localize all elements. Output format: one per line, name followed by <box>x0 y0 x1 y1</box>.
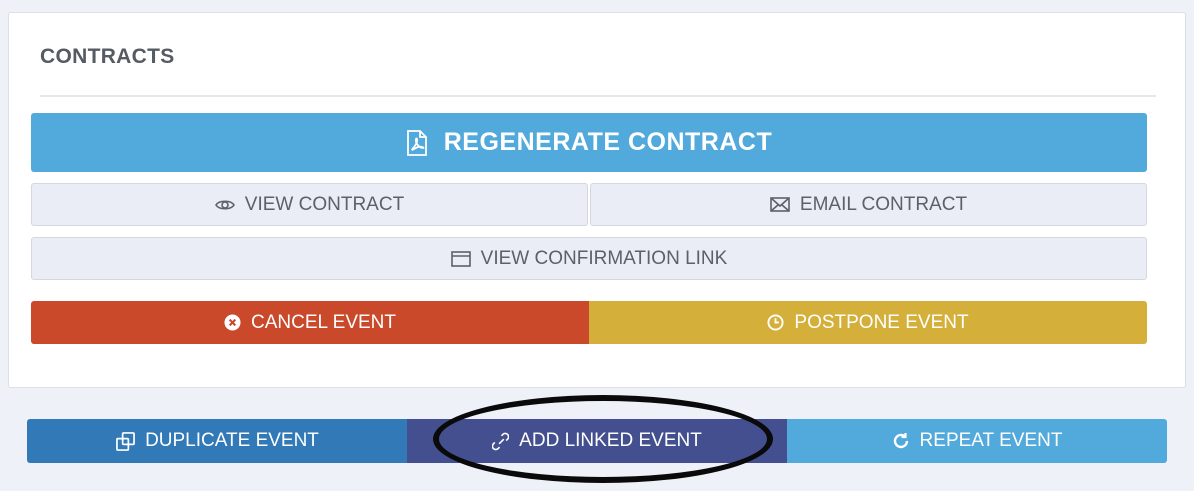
view-contract-label: VIEW CONTRACT <box>244 193 405 215</box>
link-icon <box>492 432 510 451</box>
cancel-event-button[interactable]: CANCEL EVENT <box>31 301 589 344</box>
pdf-file-icon <box>406 129 428 156</box>
duplicate-event-button[interactable]: DUPLICATE EVENT <box>27 419 408 463</box>
x-circle-icon <box>224 314 241 331</box>
postpone-event-label: POSTPONE EVENT <box>794 311 969 333</box>
email-contract-label: EMAIL CONTRACT <box>799 193 968 215</box>
duplicate-event-label: DUPLICATE EVENT <box>145 430 319 451</box>
email-contract-button[interactable]: EMAIL CONTRACT <box>590 183 1147 226</box>
cancel-event-label: CANCEL EVENT <box>251 311 396 333</box>
view-contract-button[interactable]: VIEW CONTRACT <box>31 183 588 226</box>
divider <box>40 95 1156 97</box>
eye-icon <box>214 198 235 212</box>
regenerate-contract-button[interactable]: REGENERATE CONTRACT <box>31 113 1147 172</box>
clock-icon <box>767 314 784 331</box>
copy-icon <box>116 431 135 451</box>
postpone-event-button[interactable]: POSTPONE EVENT <box>589 301 1147 344</box>
repeat-event-button[interactable]: REPEAT EVENT <box>787 419 1167 463</box>
add-linked-event-label: ADD LINKED EVENT <box>519 430 702 451</box>
view-confirmation-link-label: VIEW CONFIRMATION LINK <box>480 247 728 269</box>
add-linked-event-button[interactable]: ADD LINKED EVENT <box>407 419 787 463</box>
repeat-event-label: REPEAT EVENT <box>919 430 1063 451</box>
refresh-icon <box>892 432 910 450</box>
view-confirmation-link-button[interactable]: VIEW CONFIRMATION LINK <box>31 237 1147 280</box>
regenerate-contract-label: REGENERATE CONTRACT <box>443 128 773 156</box>
panel-title: CONTRACTS <box>40 45 175 68</box>
envelope-icon <box>770 197 790 212</box>
browser-window-icon <box>450 250 471 267</box>
